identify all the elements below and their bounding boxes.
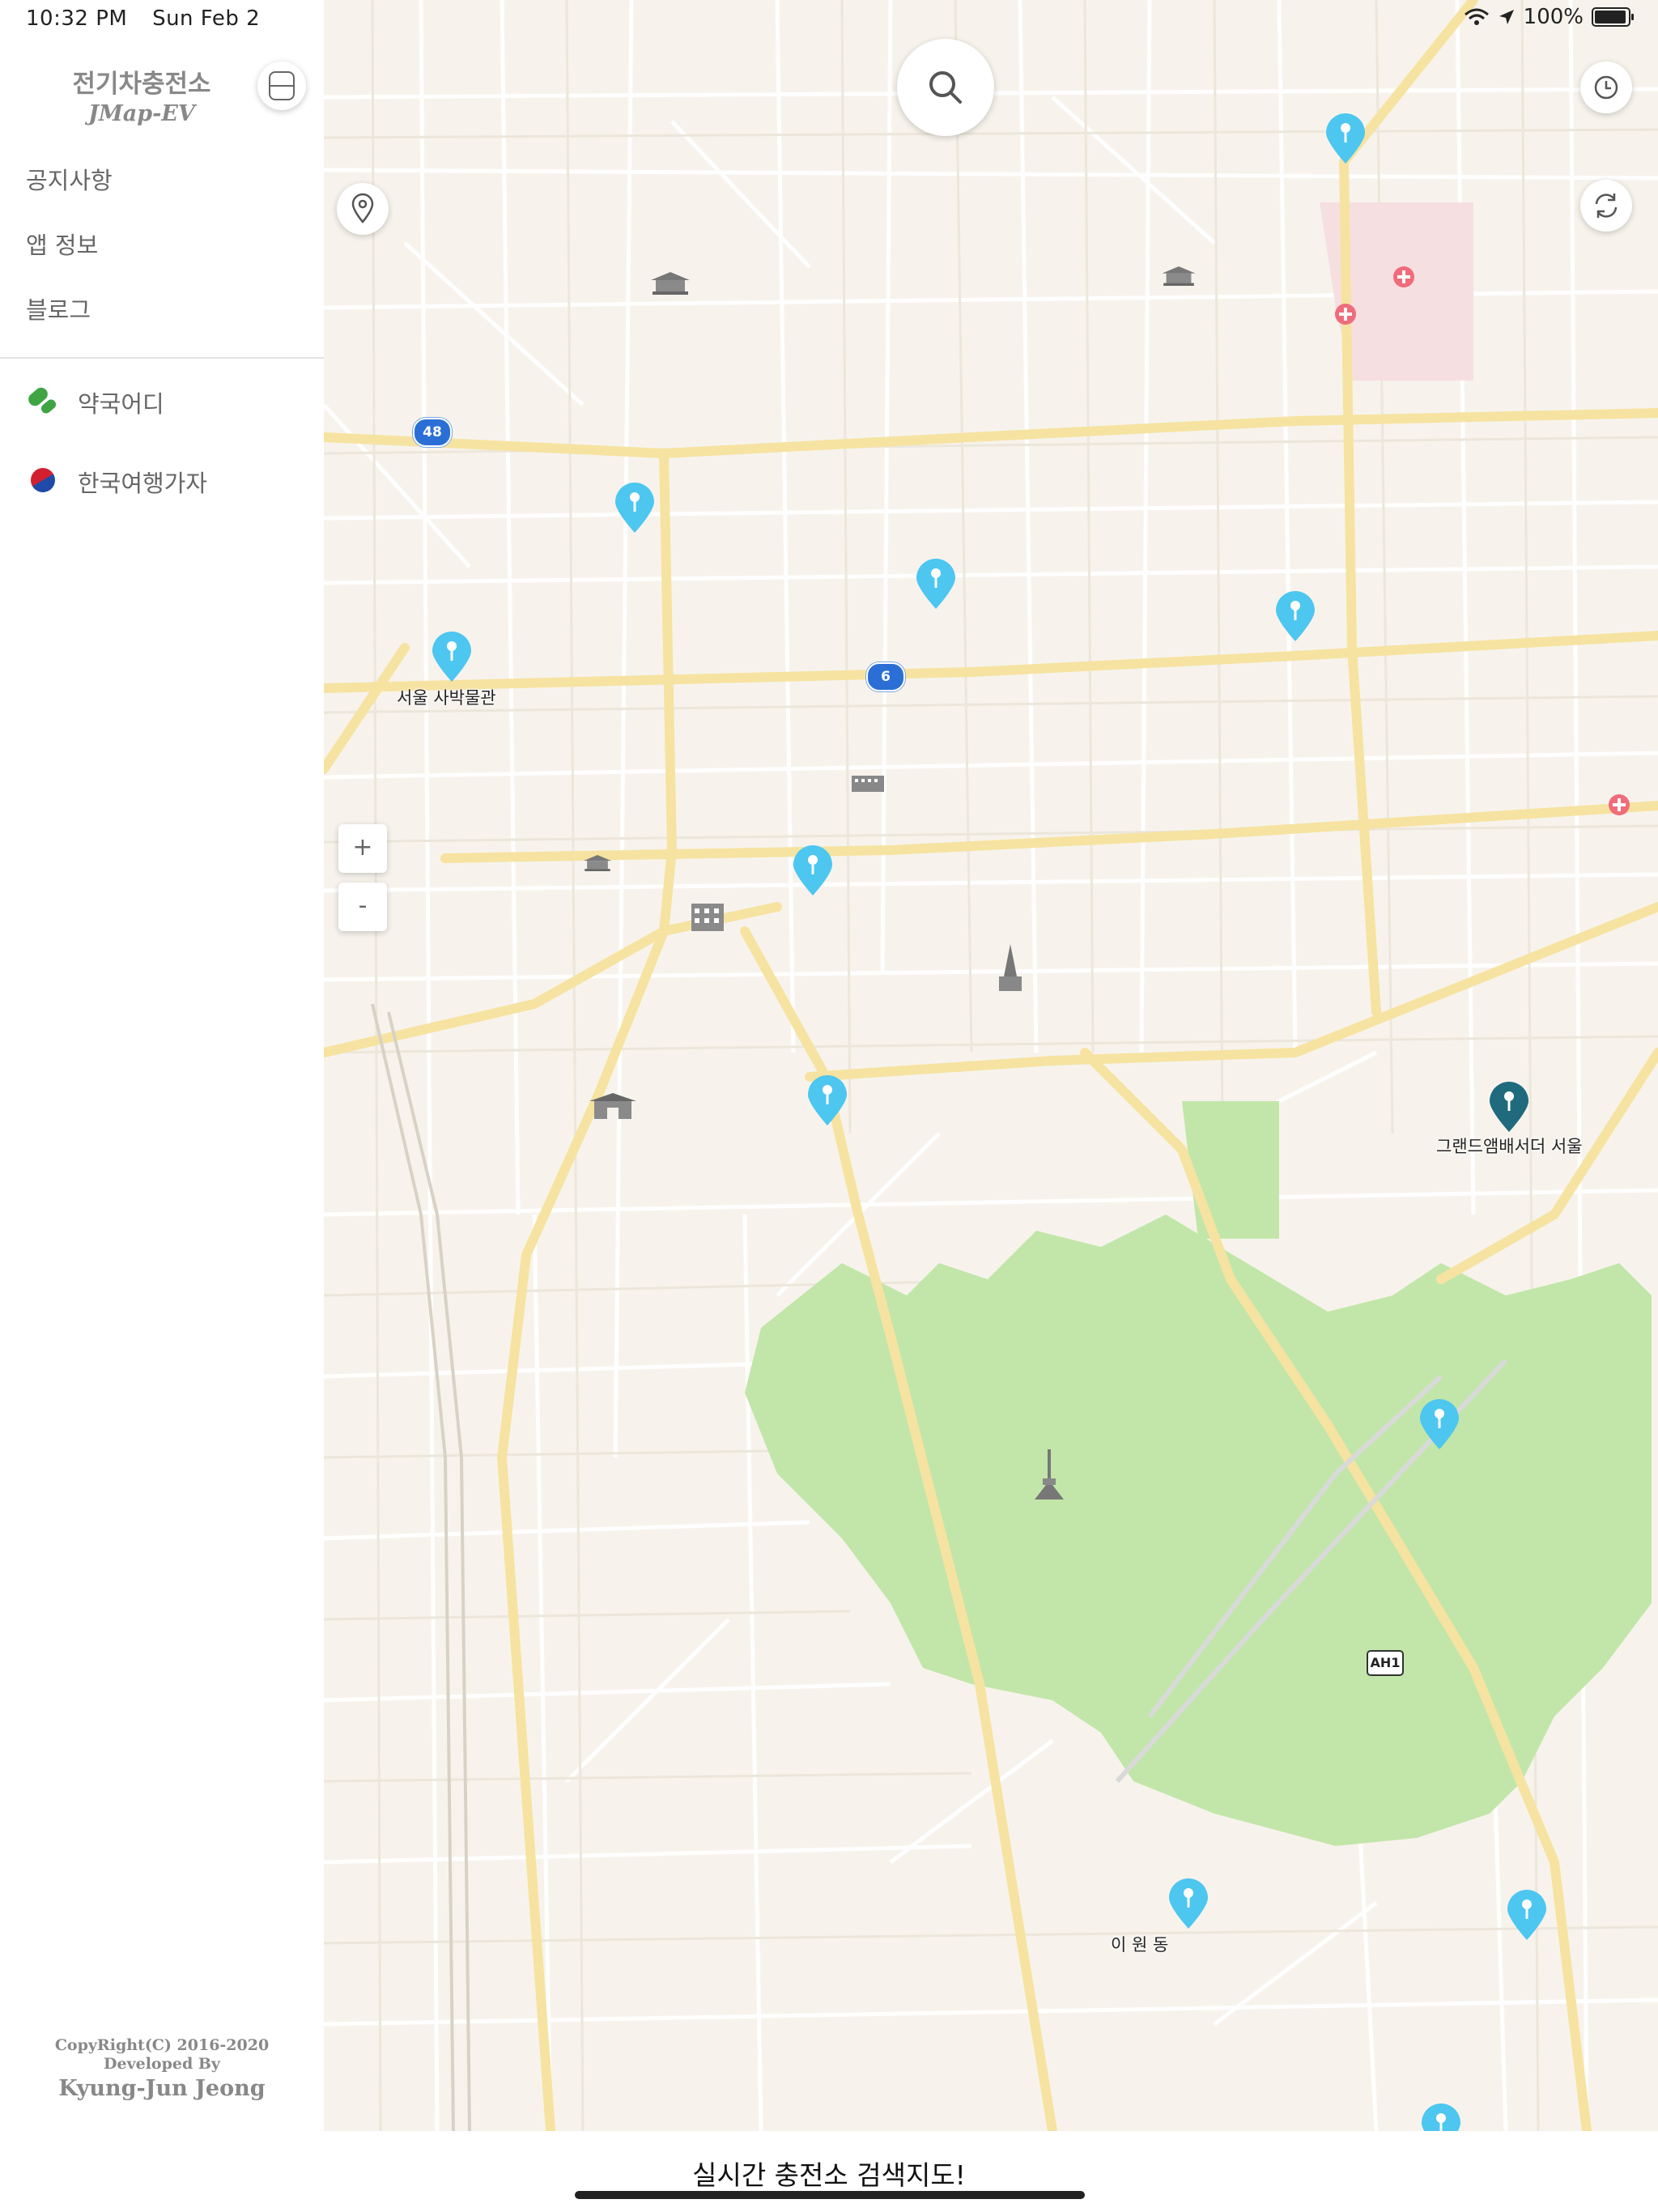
status-bar: 10:32 PM Sun Feb 2 100% — [0, 0, 1658, 37]
split-view-button[interactable] — [257, 62, 306, 110]
battery-icon — [1592, 7, 1634, 27]
bottom-bar: 실시간 충전소 검색지도! — [0, 2131, 1658, 2212]
map-label-hotel: 그랜드앰배서더 서울 — [1436, 1137, 1583, 1156]
refresh-button[interactable] — [1580, 180, 1632, 232]
sidebar-item-blog[interactable]: 블로그 — [0, 283, 324, 348]
route-shield-6: 6 — [866, 662, 905, 691]
sidebar-link-korea-travel[interactable]: 한국여행가자 — [24, 463, 207, 500]
sidebar: 전기차충전소 JMap-EV 공지사항 앱 정보 블로그 약국어디 한국여행가자… — [0, 0, 324, 2131]
status-time: 10:32 PM — [26, 6, 128, 31]
sidebar-link-label: 한국여행가자 — [78, 470, 208, 497]
pill-icon — [24, 384, 62, 421]
building-icon — [691, 904, 724, 931]
sidebar-link-label: 약국어디 — [78, 390, 164, 418]
hospital-icon — [1335, 304, 1356, 325]
charging-station-pin[interactable] — [1504, 1887, 1550, 1942]
charging-station-pin[interactable] — [612, 479, 657, 534]
palace-icon — [1162, 266, 1196, 286]
sidebar-link-pharmacy[interactable]: 약국어디 — [24, 384, 164, 421]
my-location-button[interactable] — [337, 183, 389, 235]
refresh-icon — [1595, 194, 1618, 218]
hospital-icon — [1609, 794, 1630, 815]
zoom-in-button[interactable]: + — [338, 824, 387, 873]
charging-station-pin[interactable] — [1417, 1396, 1462, 1451]
search-icon — [929, 71, 962, 104]
zoom-out-button[interactable]: - — [338, 883, 387, 931]
status-date: Sun Feb 2 — [152, 6, 261, 31]
app-title-english: JMap-EV — [88, 101, 195, 126]
taegeuk-icon — [24, 463, 62, 500]
map-label-museum: 서울 사박물관 — [397, 688, 496, 708]
palace-icon — [651, 272, 690, 295]
route-shield-48: 48 — [413, 418, 452, 447]
history-button[interactable] — [1580, 62, 1632, 113]
map-view[interactable]: 48 6 AH1 서울 사박물관 그랜드앰배서더 서울 이 원 동 + - — [324, 0, 1658, 2131]
footer-copyright: CopyRight(C) 2016-2020 — [54, 2036, 270, 2054]
map-label-area: 이 원 동 — [1111, 1935, 1169, 1955]
building-icon — [852, 776, 884, 792]
sidebar-menu: 공지사항 앱 정보 블로그 — [0, 154, 324, 348]
gate-icon — [589, 1093, 636, 1119]
tower-icon — [1035, 1449, 1064, 1499]
battery-percent: 100% — [1523, 5, 1584, 29]
charging-station-pin-selected[interactable] — [1486, 1078, 1532, 1134]
route-shield-ah1: AH1 — [1367, 1650, 1404, 1676]
charging-station-pin[interactable] — [1323, 110, 1368, 165]
palace-icon — [583, 855, 612, 871]
charging-station-pin[interactable] — [429, 628, 474, 683]
bottom-message: 실시간 충전소 검색지도! — [692, 2159, 966, 2191]
map-base — [324, 0, 1658, 2131]
wifi-icon — [1464, 8, 1489, 25]
footer-developed-by: Developed By — [104, 2055, 220, 2073]
charging-station-pin[interactable] — [1418, 2100, 1464, 2131]
hospital-icon — [1393, 266, 1414, 287]
split-view-icon — [269, 71, 295, 100]
app-title: 전기차충전소 JMap-EV — [0, 63, 283, 126]
charging-station-pin[interactable] — [805, 1072, 850, 1127]
charging-station-pin[interactable] — [790, 842, 835, 897]
charging-station-pin[interactable] — [1273, 588, 1318, 643]
charging-station-pin[interactable] — [1166, 1875, 1211, 1930]
cathedral-icon — [999, 944, 1022, 991]
search-button[interactable] — [897, 39, 994, 136]
footer-author: Kyung-Jun Jeong — [58, 2076, 266, 2101]
sidebar-item-app-info[interactable]: 앱 정보 — [0, 219, 324, 283]
sidebar-divider — [0, 357, 324, 359]
charging-station-pin[interactable] — [913, 555, 959, 610]
home-indicator[interactable] — [575, 2191, 1085, 2199]
clock-icon — [1594, 75, 1618, 100]
sidebar-footer: CopyRight(C) 2016-2020 Developed By Kyun… — [0, 2036, 324, 2103]
app-title-korean: 전기차충전소 — [72, 70, 211, 99]
map-pin-outline-icon — [351, 193, 374, 223]
sidebar-item-notice[interactable]: 공지사항 — [0, 154, 324, 219]
location-arrow-icon — [1499, 10, 1514, 24]
